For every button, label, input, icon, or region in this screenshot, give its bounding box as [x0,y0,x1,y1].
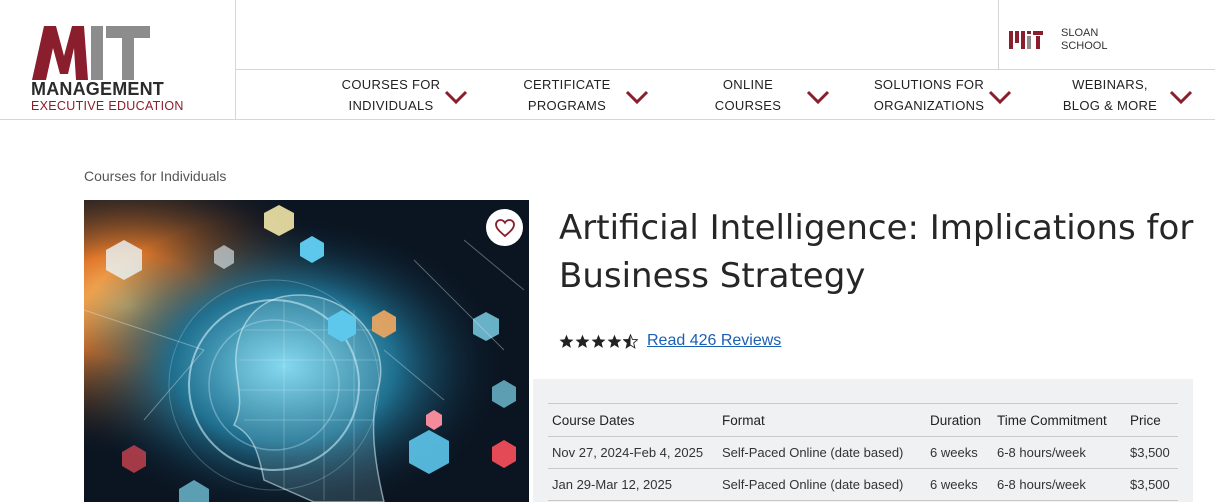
column-header: Format [718,403,926,437]
mit-logo-mark [32,26,150,80]
half-star-icon [623,334,638,349]
table-cell: 6-8 hours/week [993,436,1126,469]
table-cell: Self-Paced Online (date based) [718,436,926,469]
table-header-row: Course Dates Format Duration Time Commit… [548,403,1178,437]
star-icon [559,334,574,348]
table-cell: $3,500 [1126,468,1178,501]
chevron-down-icon[interactable] [443,89,469,105]
sloan-school-label: SLOAN SCHOOL [1061,27,1107,53]
course-hero-image [84,200,529,502]
column-header: Duration [926,403,993,437]
nav-label-line1: CERTIFICATE [523,77,611,92]
column-header: Course Dates [548,403,718,437]
chevron-down-icon[interactable] [805,89,831,105]
nav-label: COURSES FOR INDIVIDUALS [330,74,452,116]
nav-label-line2: PROGRAMS [527,98,607,113]
table-cell: Self-Paced Online (date based) [718,468,926,501]
nav-label: ONLINE COURSES [691,74,805,116]
nav-label-line2: COURSES [714,98,782,113]
mit-sloan-logo-icon [1009,31,1043,49]
star-icon [575,334,590,348]
chevron-down-icon[interactable] [987,89,1013,105]
table-row[interactable]: Nov 27, 2024-Feb 4, 2025 Self-Paced Onli… [548,436,1178,469]
nav-label: CERTIFICATE PROGRAMS [511,74,623,116]
course-dates-table: Course Dates Format Duration Time Commit… [548,403,1178,501]
nav-label-line2: BLOG & MORE [1062,98,1158,113]
course-title: Artificial Intelligence: Implications fo… [559,208,1194,296]
table-cell: 6 weeks [926,436,993,469]
table-cell: 6-8 hours/week [993,468,1126,501]
nav-label-line2: ORGANIZATIONS [873,98,985,113]
logo-management-text: MANAGEMENT [31,79,164,99]
nav-label-line1: SOLUTIONS FOR [873,77,985,92]
star-rating [559,334,639,349]
ai-face-illustration [84,200,529,502]
main-navigation: COURSES FOR INDIVIDUALS CERTIFICATE PROG… [236,70,1215,120]
sloan-label: SLOAN [1061,27,1099,39]
nav-label-line1: ONLINE [722,77,774,92]
nav-label-line2: INDIVIDUALS [348,98,434,113]
site-header: MANAGEMENT EXECUTIVE EDUCATION SLOAN SCH… [0,0,1215,120]
table-cell: 6 weeks [926,468,993,501]
breadcrumb[interactable]: Courses for Individuals [84,168,226,184]
table-row[interactable]: Jan 29-Mar 12, 2025 Self-Paced Online (d… [548,468,1178,501]
favorite-button[interactable] [486,209,523,246]
nav-label: WEBINARS, BLOG & MORE [1054,74,1166,116]
star-icon [591,334,606,348]
nav-label: SOLUTIONS FOR ORGANIZATIONS [872,74,986,116]
column-header: Price [1126,403,1178,437]
table-cell: Nov 27, 2024-Feb 4, 2025 [548,436,718,469]
logo-executive-education-text: EXECUTIVE EDUCATION [31,99,184,113]
table-cell: $3,500 [1126,436,1178,469]
nav-label-line1: WEBINARS, [1072,77,1148,92]
heart-icon [494,218,515,237]
mit-sloan-link[interactable]: SLOAN SCHOOL [998,0,1215,70]
star-icon [607,334,622,348]
chevron-down-icon[interactable] [1168,89,1194,105]
mit-management-logo[interactable]: MANAGEMENT EXECUTIVE EDUCATION [0,0,236,120]
column-header: Time Commitment [993,403,1126,437]
chevron-down-icon[interactable] [624,89,650,105]
read-reviews-link[interactable]: Read 426 Reviews [647,332,781,350]
table-cell: Jan 29-Mar 12, 2025 [548,468,718,501]
school-label: SCHOOL [1061,40,1108,52]
nav-label-line1: COURSES FOR [341,77,441,92]
